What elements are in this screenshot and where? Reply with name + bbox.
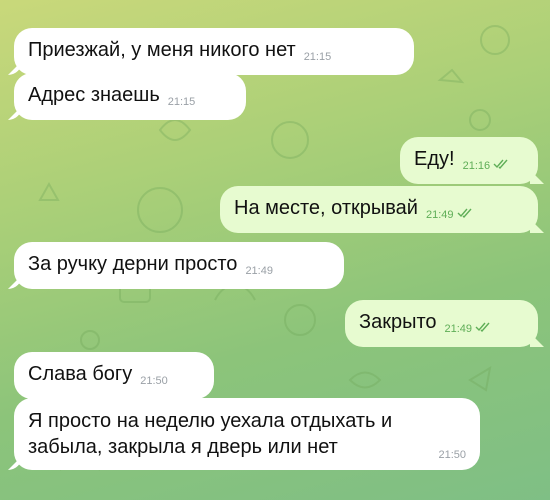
double-check-icon xyxy=(493,150,509,176)
message-outgoing[interactable]: На месте, открывай 21:49 xyxy=(220,186,538,233)
message-text: На месте, открывай xyxy=(234,197,418,219)
message-text: За ручку дерни просто xyxy=(28,253,238,275)
message-text: Слава богу xyxy=(28,363,133,385)
message-outgoing[interactable]: Закрыто 21:49 xyxy=(345,300,538,347)
message-time: 21:49 xyxy=(444,323,473,335)
message-text-line: забыла, закрыла я дверь или нет 21:50 xyxy=(28,434,466,461)
message-text-line-content: забыла, закрыла я дверь или нет xyxy=(28,436,338,458)
message-text: Закрыто xyxy=(359,311,437,333)
double-check-icon xyxy=(457,199,473,225)
message-text: Приезжай, у меня никого нет xyxy=(28,39,296,61)
message-outgoing[interactable]: Еду! 21:16 xyxy=(400,137,538,184)
double-check-icon xyxy=(475,313,491,339)
message-incoming[interactable]: Адрес знаешь 21:15 xyxy=(14,73,246,120)
message-time: 21:49 xyxy=(245,265,273,277)
message-time: 21:49 xyxy=(425,209,454,221)
message-text: Еду! xyxy=(414,148,455,170)
message-incoming[interactable]: Я просто на неделю уехала отдыхать и заб… xyxy=(14,398,480,470)
message-time: 21:15 xyxy=(167,96,196,108)
message-incoming[interactable]: Слава богу 21:50 xyxy=(14,352,214,399)
message-time: 21:50 xyxy=(438,449,466,461)
message-time: 21:16 xyxy=(462,160,491,172)
message-incoming[interactable]: Приезжай, у меня никого нет 21:15 xyxy=(14,28,414,75)
message-time: 21:50 xyxy=(140,375,168,387)
message-text: Адрес знаешь xyxy=(28,84,160,106)
message-text-line: Я просто на неделю уехала отдыхать и xyxy=(28,410,393,432)
message-incoming[interactable]: За ручку дерни просто 21:49 xyxy=(14,242,344,289)
message-time: 21:15 xyxy=(303,51,332,63)
chat-background: Приезжай, у меня никого нет 21:15 Адрес з… xyxy=(0,0,550,500)
